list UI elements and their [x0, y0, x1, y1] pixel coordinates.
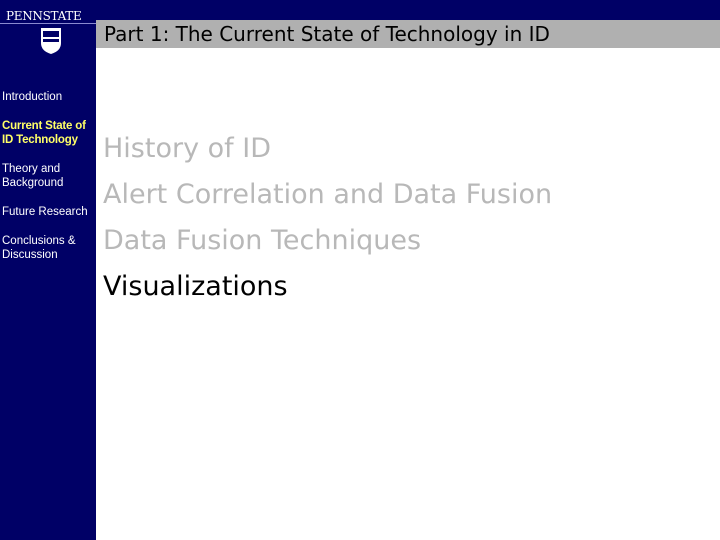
penn-state-logo: PENNSTATE [4, 9, 90, 57]
bullet-history: History of ID [103, 133, 271, 164]
sidebar-item-theory[interactable]: Theory and Background [2, 162, 96, 190]
sidebar-item-current-state[interactable]: Current State of ID Technology [2, 119, 96, 147]
slide-title-bar: Part 1: The Current State of Technology … [96, 20, 720, 48]
sidebar [0, 0, 96, 540]
header-band [96, 0, 720, 20]
bullet-visualizations: Visualizations [103, 271, 288, 302]
slide-title: Part 1: The Current State of Technology … [104, 22, 550, 46]
bullet-data-fusion-techniques: Data Fusion Techniques [103, 225, 422, 256]
sidebar-item-introduction[interactable]: Introduction [2, 90, 96, 104]
sidebar-item-conclusions[interactable]: Conclusions & Discussion [2, 234, 96, 262]
sidebar-item-future-research[interactable]: Future Research [2, 205, 96, 219]
logo-text: PENNSTATE [6, 9, 82, 23]
bullet-alert-correlation: Alert Correlation and Data Fusion [103, 179, 553, 210]
penn-state-shield-icon [41, 28, 61, 54]
